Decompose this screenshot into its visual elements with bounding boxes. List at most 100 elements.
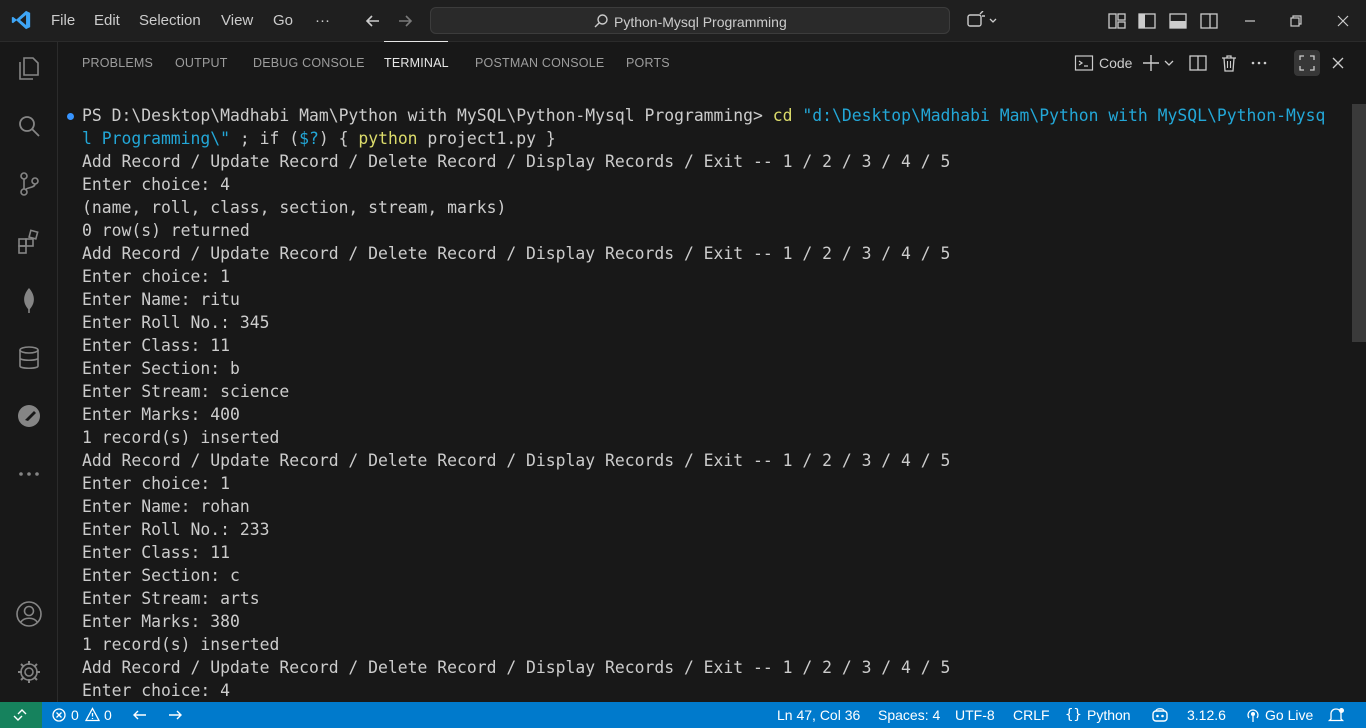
status-bar: 0 0 Ln 47, Col 36 Spaces: 4 UTF-8 CRLF {… bbox=[0, 702, 1366, 728]
menu-selection[interactable]: Selection bbox=[139, 12, 201, 29]
mongodb-leaf-icon[interactable] bbox=[15, 286, 43, 314]
python-version[interactable]: 3.12.6 bbox=[1187, 707, 1226, 723]
error-icon[interactable] bbox=[52, 708, 66, 722]
split-terminal-icon[interactable] bbox=[1188, 53, 1208, 73]
broadcast-icon[interactable] bbox=[1245, 707, 1261, 723]
tab-problems[interactable]: PROBLEMS bbox=[82, 56, 153, 70]
trash-icon[interactable] bbox=[1219, 53, 1239, 73]
warning-icon[interactable] bbox=[85, 707, 100, 722]
menu-view[interactable]: View bbox=[221, 12, 253, 29]
braces-icon: {} bbox=[1065, 707, 1082, 723]
remote-indicator[interactable] bbox=[0, 702, 42, 728]
menu-edit[interactable]: Edit bbox=[94, 12, 120, 29]
cmd-cd: cd bbox=[772, 106, 793, 125]
search-icon[interactable] bbox=[15, 112, 43, 140]
toggle-panel-icon[interactable] bbox=[1168, 11, 1188, 31]
terminal-output[interactable]: PS D:\Desktop\Madhabi Mam\Python with My… bbox=[58, 88, 1348, 702]
terminal-line: (name, roll, class, section, stream, mar… bbox=[82, 198, 507, 217]
extensions-icon[interactable] bbox=[15, 228, 43, 256]
maximize-panel-icon bbox=[1299, 55, 1315, 71]
close-panel-icon[interactable] bbox=[1328, 53, 1348, 73]
toggle-secondary-sidebar-icon[interactable] bbox=[1199, 11, 1219, 31]
forward-arrow-icon[interactable] bbox=[167, 708, 183, 722]
terminal-line: Enter choice: 4 bbox=[82, 175, 231, 194]
terminal-line: Enter Marks: 380 bbox=[82, 612, 240, 631]
copilot-status-icon[interactable] bbox=[1151, 707, 1169, 723]
tab-ports[interactable]: PORTS bbox=[626, 56, 670, 70]
terminal-line: Enter Roll No.: 233 bbox=[82, 520, 270, 539]
terminal-line: Enter Stream: arts bbox=[82, 589, 260, 608]
terminal-line: Enter Name: rohan bbox=[82, 497, 250, 516]
minimize-icon[interactable] bbox=[1240, 11, 1260, 31]
active-tab-indicator bbox=[384, 41, 448, 42]
terminal-line: Enter Section: b bbox=[82, 359, 240, 378]
cmd-path-cont: l Programming\" bbox=[82, 129, 231, 148]
terminal-line: Enter choice: 1 bbox=[82, 474, 231, 493]
terminal-command-line-1: PS D:\Desktop\Madhabi Mam\Python with My… bbox=[82, 104, 1325, 127]
terminal-line: 1 record(s) inserted bbox=[82, 635, 280, 654]
back-arrow-icon[interactable] bbox=[363, 11, 383, 31]
encoding[interactable]: UTF-8 bbox=[955, 707, 995, 723]
warning-count[interactable]: 0 bbox=[104, 707, 112, 723]
cmd-if: ; if ( bbox=[230, 129, 300, 148]
menu-more[interactable]: ··· bbox=[315, 12, 330, 29]
terminal-line: Enter Name: ritu bbox=[82, 290, 240, 309]
terminal-line: Enter choice: 4 bbox=[82, 681, 231, 700]
go-live-button[interactable]: Go Live bbox=[1265, 707, 1313, 723]
cmd-var: $? bbox=[299, 129, 319, 148]
notifications-bell-icon[interactable] bbox=[1327, 707, 1345, 723]
more-actions-icon[interactable] bbox=[1249, 53, 1269, 73]
customize-layout-icon[interactable] bbox=[1107, 11, 1127, 31]
prompt-text: PS D:\Desktop\Madhabi Mam\Python with My… bbox=[82, 106, 763, 125]
tab-terminal[interactable]: TERMINAL bbox=[384, 56, 449, 70]
command-decoration-dot[interactable] bbox=[67, 113, 74, 120]
terminal-command-line-2: l Programming\" ; if ($?) { python proje… bbox=[82, 127, 556, 150]
menu-file[interactable]: File bbox=[51, 12, 75, 29]
chevron-down-icon[interactable] bbox=[1163, 53, 1175, 73]
terminal-shell-icon[interactable] bbox=[1074, 53, 1094, 73]
copilot-icon[interactable] bbox=[966, 11, 1000, 31]
close-window-icon[interactable] bbox=[1333, 11, 1353, 31]
terminal-name[interactable]: Code bbox=[1099, 55, 1132, 71]
cursor-position[interactable]: Ln 47, Col 36 bbox=[777, 707, 860, 723]
tab-debug-console[interactable]: DEBUG CONSOLE bbox=[253, 56, 365, 70]
cmd-brace: ) { bbox=[318, 129, 359, 148]
tab-postman-console[interactable]: POSTMAN CONSOLE bbox=[475, 56, 604, 70]
terminal-line: 1 record(s) inserted bbox=[82, 428, 280, 447]
settings-gear-icon[interactable] bbox=[15, 658, 43, 686]
forward-arrow-icon[interactable] bbox=[395, 11, 415, 31]
restore-icon[interactable] bbox=[1286, 11, 1306, 31]
tab-output[interactable]: OUTPUT bbox=[175, 56, 228, 70]
cmd-python: python bbox=[358, 129, 418, 148]
database-icon[interactable] bbox=[15, 344, 43, 372]
activity-bar bbox=[0, 42, 58, 702]
toggle-primary-sidebar-icon[interactable] bbox=[1137, 11, 1157, 31]
more-views-icon[interactable] bbox=[15, 460, 43, 488]
menu-go[interactable]: Go bbox=[273, 12, 293, 29]
error-count[interactable]: 0 bbox=[71, 707, 79, 723]
command-center-search[interactable]: Python-Mysql Programming bbox=[430, 7, 950, 34]
explorer-icon[interactable] bbox=[15, 54, 43, 82]
source-control-icon[interactable] bbox=[15, 170, 43, 198]
terminal-line: Add Record / Update Record / Delete Reco… bbox=[82, 658, 951, 677]
new-terminal-plus-icon[interactable] bbox=[1141, 53, 1161, 73]
terminal-line: Add Record / Update Record / Delete Reco… bbox=[82, 152, 951, 171]
terminal-line: Enter Roll No.: 345 bbox=[82, 313, 270, 332]
terminal-line: 0 row(s) returned bbox=[82, 221, 250, 240]
terminal-line: Add Record / Update Record / Delete Reco… bbox=[82, 244, 951, 263]
maximize-panel-button[interactable] bbox=[1294, 50, 1320, 76]
back-arrow-icon[interactable] bbox=[132, 708, 148, 722]
line-endings[interactable]: CRLF bbox=[1013, 707, 1050, 723]
postman-icon[interactable] bbox=[15, 402, 43, 430]
terminal-line: Enter Section: c bbox=[82, 566, 240, 585]
terminal-scrollbar-thumb[interactable] bbox=[1352, 104, 1366, 342]
indentation[interactable]: Spaces: 4 bbox=[878, 707, 940, 723]
search-text: Python-Mysql Programming bbox=[614, 14, 787, 30]
language-mode[interactable]: Python bbox=[1087, 707, 1131, 723]
account-icon[interactable] bbox=[15, 600, 43, 628]
title-bar: File Edit Selection View Go ··· Python-M… bbox=[0, 0, 1366, 42]
terminal-line: Enter choice: 1 bbox=[82, 267, 231, 286]
terminal-line: Enter Stream: science bbox=[82, 382, 290, 401]
cmd-path: "d:\Desktop\Madhabi Mam\Python with MySQ… bbox=[802, 106, 1326, 125]
search-icon bbox=[594, 14, 608, 28]
